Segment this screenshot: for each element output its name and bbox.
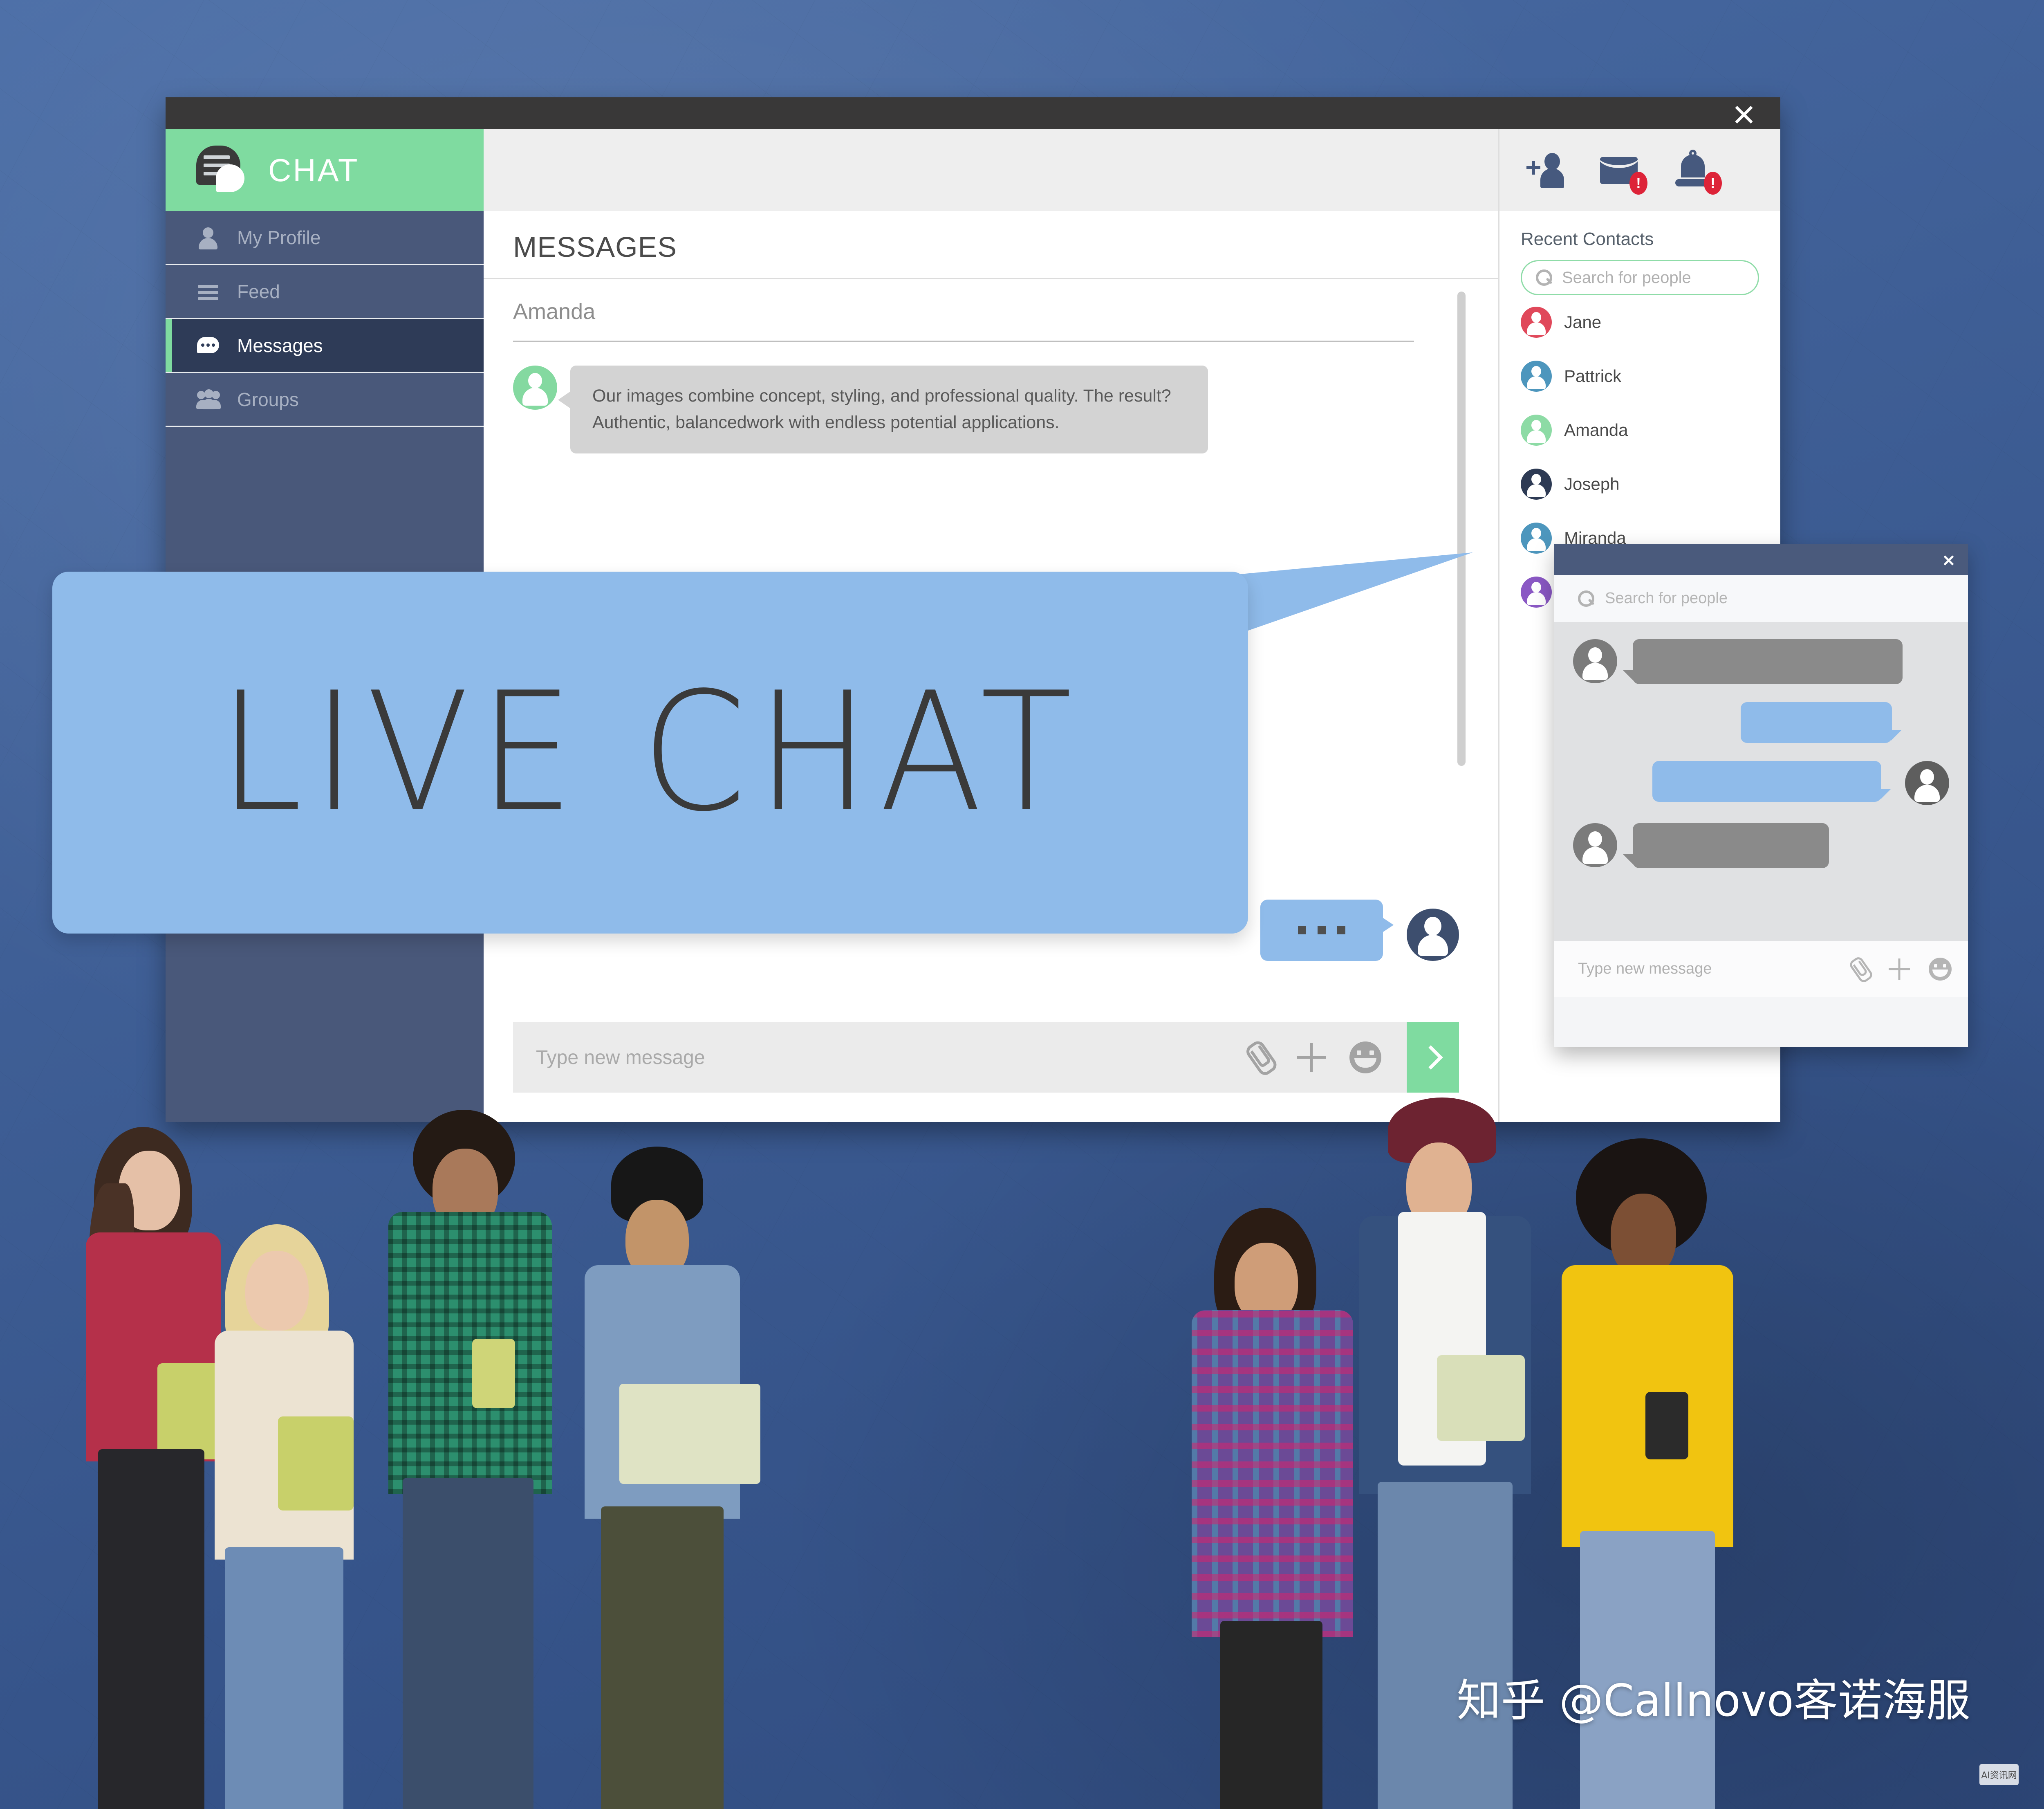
chat-bubbles-logo-icon bbox=[196, 146, 252, 195]
sidebar-item-messages[interactable]: Messages bbox=[166, 319, 484, 373]
avatar bbox=[1521, 415, 1552, 446]
paperclip-icon[interactable] bbox=[1842, 953, 1874, 985]
live-chat-callout: LIVE CHAT bbox=[52, 572, 1248, 934]
sidebar-item-groups[interactable]: Groups bbox=[166, 373, 484, 427]
message-input-placeholder[interactable]: Type new message bbox=[536, 1046, 1242, 1069]
popup-message-bubble bbox=[1652, 761, 1891, 802]
avatar bbox=[513, 366, 557, 410]
message-row: Our images combine concept, styling, and… bbox=[513, 342, 1459, 453]
status-badge: ! bbox=[1629, 172, 1647, 195]
envelope-icon[interactable]: ! bbox=[1597, 149, 1647, 195]
popup-composer[interactable]: Type new message bbox=[1554, 941, 1968, 997]
avatar bbox=[1521, 361, 1552, 392]
popup-titlebar bbox=[1554, 544, 1968, 575]
sidebar-item-label: Messages bbox=[237, 334, 323, 356]
smiley-icon[interactable] bbox=[1349, 1041, 1381, 1073]
chat-bubble-icon bbox=[196, 334, 220, 357]
contact-name: Amanda bbox=[1564, 420, 1628, 440]
messages-panel-topbar bbox=[484, 129, 1498, 211]
typing-indicator-row bbox=[1260, 900, 1459, 961]
mini-chat-popup: Search for people Type new message bbox=[1554, 544, 1968, 1047]
search-people-input[interactable]: Search for people bbox=[1521, 260, 1759, 295]
avatar bbox=[1573, 823, 1617, 867]
popup-message-row bbox=[1573, 761, 1949, 805]
contact-name: Pattrick bbox=[1564, 366, 1622, 386]
watermark-text: 知乎 @Callnovo客诺海服 bbox=[1457, 1675, 1970, 1726]
avatar bbox=[1573, 639, 1617, 683]
person-icon bbox=[196, 226, 220, 249]
contact-list-item[interactable]: Jane bbox=[1499, 295, 1780, 349]
message-composer[interactable]: Type new message bbox=[513, 1022, 1459, 1093]
status-badge: ! bbox=[1704, 172, 1722, 195]
popup-message-input-placeholder[interactable]: Type new message bbox=[1578, 960, 1829, 978]
search-icon bbox=[1536, 269, 1552, 286]
brand-header: CHAT bbox=[166, 129, 484, 211]
smiley-icon[interactable] bbox=[1929, 957, 1952, 981]
typing-indicator-bubble bbox=[1260, 900, 1394, 961]
send-button[interactable] bbox=[1407, 1022, 1459, 1093]
popup-message-row bbox=[1573, 702, 1949, 743]
contact-list-item[interactable]: Pattrick bbox=[1499, 349, 1780, 403]
avatar bbox=[1905, 761, 1949, 805]
brand-title: CHAT bbox=[268, 152, 359, 188]
add-person-icon[interactable] bbox=[1522, 149, 1567, 191]
window-titlebar bbox=[166, 97, 1780, 129]
popup-search-input[interactable]: Search for people bbox=[1554, 575, 1968, 622]
popup-message-bubble bbox=[1623, 639, 1903, 684]
contact-name: Joseph bbox=[1564, 474, 1620, 494]
close-icon[interactable] bbox=[1942, 552, 1956, 566]
sidebar-item-label: My Profile bbox=[237, 227, 321, 248]
page-title: MESSAGES bbox=[484, 211, 1498, 279]
popup-message-bubble bbox=[1741, 702, 1902, 743]
avatar bbox=[1521, 523, 1552, 554]
avatar bbox=[1521, 307, 1552, 338]
plus-icon[interactable] bbox=[1888, 958, 1911, 981]
hamburger-icon bbox=[196, 280, 220, 303]
search-placeholder: Search for people bbox=[1605, 590, 1728, 607]
sidebar-item-feed[interactable]: Feed bbox=[166, 265, 484, 319]
thread-contact-name: Amanda bbox=[513, 279, 1414, 342]
plus-icon[interactable] bbox=[1295, 1041, 1327, 1073]
sidebar-item-label: Feed bbox=[237, 281, 280, 302]
popup-message-bubble bbox=[1623, 823, 1829, 868]
contact-name: Jane bbox=[1564, 312, 1602, 332]
search-placeholder: Search for people bbox=[1562, 268, 1691, 287]
search-icon bbox=[1578, 590, 1594, 607]
callout-text: LIVE CHAT bbox=[218, 658, 1082, 848]
contacts-topbar: ! ! bbox=[1499, 129, 1780, 211]
contact-list-item[interactable]: Amanda bbox=[1499, 403, 1780, 457]
paperclip-icon[interactable] bbox=[1235, 1035, 1280, 1080]
popup-message-thread bbox=[1554, 622, 1968, 941]
popup-message-row bbox=[1573, 823, 1949, 868]
message-bubble: Our images combine concept, styling, and… bbox=[558, 366, 1208, 453]
people-group-icon bbox=[196, 388, 221, 411]
composer-wrapper: Type new message bbox=[484, 1022, 1498, 1122]
bell-icon[interactable]: ! bbox=[1671, 149, 1722, 195]
close-icon[interactable] bbox=[1731, 101, 1757, 126]
contacts-title: Recent Contacts bbox=[1521, 229, 1654, 249]
sidebar-item-my-profile[interactable]: My Profile bbox=[166, 211, 484, 265]
contact-list-item[interactable]: Joseph bbox=[1499, 457, 1780, 511]
watermark-badge: AI资讯网 bbox=[1979, 1764, 2019, 1785]
popup-message-row bbox=[1573, 639, 1949, 684]
avatar bbox=[1407, 909, 1459, 961]
avatar bbox=[1521, 469, 1552, 500]
sidebar-item-label: Groups bbox=[237, 388, 299, 410]
avatar bbox=[1521, 577, 1552, 608]
thread-scrollbar[interactable] bbox=[1457, 292, 1466, 766]
